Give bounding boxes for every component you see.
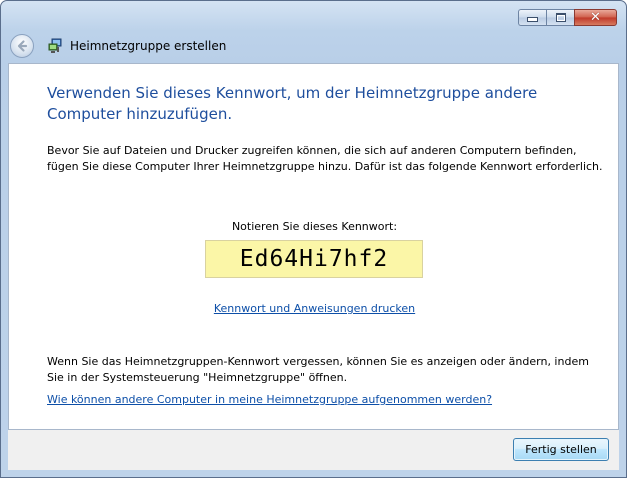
print-password-link[interactable]: Kennwort und Anweisungen drucken [9, 302, 620, 315]
forgot-password-text: Wenn Sie das Heimnetzgruppen-Kennwort ve… [47, 355, 589, 384]
back-arrow-icon [17, 40, 28, 52]
close-button[interactable]: ✕ [574, 9, 617, 26]
password-display: Ed64Hi7hf2 [205, 240, 423, 278]
minimize-icon [527, 17, 538, 22]
finish-button[interactable]: Fertig stellen [513, 438, 609, 461]
maximize-button[interactable] [546, 9, 574, 26]
minimize-button[interactable] [518, 9, 546, 26]
homegroup-icon [48, 38, 62, 53]
page-heading: Verwenden Sie dieses Kennwort, um der He… [47, 84, 538, 123]
wizard-titlebar: Heimnetzgruppe erstellen [10, 33, 226, 59]
intro-text: Bevor Sie auf Dateien und Drucker zugrei… [47, 144, 603, 173]
wizard-window: ✕ Heimnetzgruppe erstellen Verwenden Sie… [0, 0, 627, 478]
caption-buttons: ✕ [518, 9, 617, 26]
help-link[interactable]: Wie können andere Computer in meine Heim… [47, 393, 492, 406]
back-button[interactable] [10, 34, 34, 58]
button-bar: Fertig stellen [8, 430, 619, 470]
content-panel: Verwenden Sie dieses Kennwort, um der He… [8, 63, 619, 430]
password-label: Notieren Sie dieses Kennwort: [231, 220, 398, 233]
close-icon: ✕ [590, 10, 601, 25]
maximize-icon [555, 13, 566, 22]
window-title: Heimnetzgruppe erstellen [70, 39, 227, 53]
